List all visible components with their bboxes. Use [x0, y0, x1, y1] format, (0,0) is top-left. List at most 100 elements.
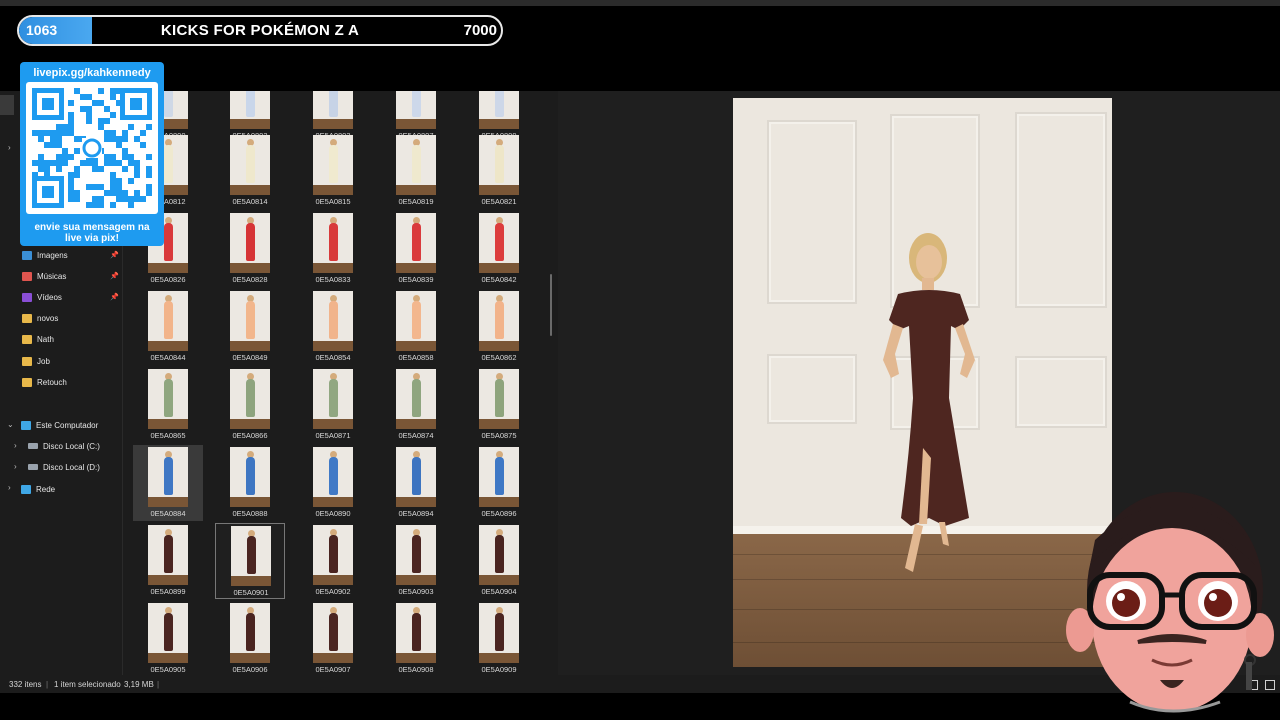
file-thumbnail[interactable]: 0E5A0862 [464, 289, 534, 365]
file-name: 0E5A0907 [315, 665, 351, 674]
sidebar-item-label: Disco Local (D:) [43, 462, 100, 472]
network-icon [21, 484, 31, 494]
sidebar-item-drive-c[interactable]: Disco Local (C:) [28, 436, 100, 456]
file-name: 0E5A0844 [150, 353, 186, 362]
file-thumbnail[interactable]: 0E5A0844 [133, 289, 203, 365]
thumbnail-image [148, 369, 188, 429]
file-thumbnail[interactable]: 0E5A0858 [381, 289, 451, 365]
file-thumbnail[interactable]: 0E5A0907 [298, 601, 368, 675]
file-thumbnail[interactable]: 0E5A0875 [464, 367, 534, 443]
thumbnail-image [313, 291, 353, 351]
file-thumbnail[interactable]: 0E5A0815 [298, 133, 368, 209]
file-thumbnail[interactable]: 0E5A0908 [381, 601, 451, 675]
thumbnail-image [479, 447, 519, 507]
file-name: 0E5A0874 [398, 431, 434, 440]
sidebar-item-vídeos[interactable]: Vídeos [22, 287, 62, 307]
file-name: 0E5A0890 [315, 509, 351, 518]
thumbnail-image [479, 213, 519, 273]
file-thumbnail[interactable]: 0E5A0839 [381, 211, 451, 287]
sidebar-item-retouch[interactable]: Retouch [22, 372, 67, 392]
thumbnail-image [479, 91, 519, 129]
file-thumbnail[interactable]: 0E5A0814 [215, 133, 285, 209]
file-thumbnail[interactable]: 0E5A0849 [215, 289, 285, 365]
chevron-right-icon[interactable]: › [8, 483, 11, 492]
file-thumbnail[interactable]: 0E5A0821 [464, 133, 534, 209]
sidebar-item-label: Retouch [37, 377, 67, 387]
nav-selected-marker[interactable] [0, 95, 14, 115]
videos-icon [22, 292, 32, 302]
thumbnail-image [396, 135, 436, 195]
donation-goal-bar: 1063 KICKS FOR POKÉMON Z A 7000 [17, 15, 503, 46]
thumbnail-image [396, 291, 436, 351]
qr-footer: envie sua mensagem na live via pix! [20, 222, 164, 244]
file-name: 0E5A0858 [398, 353, 434, 362]
file-thumbnail[interactable]: 0E5A0905 [133, 601, 203, 675]
file-thumbnail[interactable]: 0E5A0884 [133, 445, 203, 521]
thumbnail-image [313, 135, 353, 195]
chevron-right-icon[interactable]: › [8, 143, 11, 152]
item-count: 332 itens [9, 680, 42, 689]
file-name: 0E5A0902 [315, 587, 351, 596]
sidebar-item-imagens[interactable]: Imagens [22, 245, 68, 265]
thumbnail-image [230, 603, 270, 663]
thumbnail-image [313, 525, 353, 585]
file-thumbnail[interactable]: 0E5A0909 [464, 601, 534, 675]
window-top-strip [0, 0, 1280, 6]
file-thumbnail[interactable]: 0E5A0888 [215, 445, 285, 521]
file-name: 0E5A0884 [150, 509, 186, 518]
sidebar-item-job[interactable]: Job [22, 351, 50, 371]
sidebar-item-novos[interactable]: novos [22, 308, 58, 328]
thumbnail-image [230, 91, 270, 129]
file-thumbnail[interactable]: 0E5A0904 [464, 523, 534, 599]
sidebar-item-nath[interactable]: Nath [22, 329, 54, 349]
grid-scrollbar[interactable] [550, 274, 552, 336]
thumbnail-image [148, 291, 188, 351]
file-name: 0E5A0901 [233, 588, 269, 597]
qr-footer-line-2: live via pix! [65, 233, 119, 244]
file-thumbnail[interactable]: 0E5A0902 [298, 523, 368, 599]
chevron-right-icon[interactable]: › [14, 441, 17, 450]
file-thumbnail[interactable]: 0E5A0903 [381, 523, 451, 599]
file-thumbnail[interactable]: 0E5A0842 [464, 211, 534, 287]
file-name: 0E5A0908 [398, 665, 434, 674]
chevron-down-icon[interactable]: ⌄ [7, 420, 14, 429]
file-thumbnail[interactable]: 0E5A0896 [464, 445, 534, 521]
sidebar-item-este-computador[interactable]: Este Computador [21, 415, 98, 435]
file-name: 0E5A0828 [232, 275, 268, 284]
chevron-right-icon[interactable]: › [14, 462, 17, 471]
sidebar-item-label: Vídeos [37, 292, 62, 302]
qr-code-icon [26, 82, 158, 214]
file-name: 0E5A0862 [481, 353, 517, 362]
file-thumbnail[interactable]: 0E5A0901 [215, 523, 285, 599]
sidebar-item-label: Músicas [37, 271, 67, 281]
file-thumbnail[interactable]: 0E5A0874 [381, 367, 451, 443]
file-name: 0E5A0904 [481, 587, 517, 596]
file-name: 0E5A0815 [315, 197, 351, 206]
file-thumbnail[interactable]: 0E5A0866 [215, 367, 285, 443]
sidebar-item-rede[interactable]: Rede [21, 479, 55, 499]
file-thumbnail[interactable]: 0E5A0894 [381, 445, 451, 521]
sidebar-item-label: Disco Local (C:) [43, 441, 100, 451]
file-thumbnail[interactable]: 0E5A0828 [215, 211, 285, 287]
file-thumbnail[interactable]: 0E5A0833 [298, 211, 368, 287]
file-thumbnail[interactable]: 0E5A0871 [298, 367, 368, 443]
goal-target-amount: 7000 [463, 22, 497, 39]
sidebar-item-músicas[interactable]: Músicas [22, 266, 66, 286]
file-thumbnail[interactable]: 0E5A0854 [298, 289, 368, 365]
file-name: 0E5A0865 [150, 431, 186, 440]
folder-icon [22, 313, 32, 323]
sidebar-item-drive-d[interactable]: Disco Local (D:) [28, 457, 100, 477]
file-name: 0E5A0905 [150, 665, 186, 674]
file-thumbnail[interactable]: 0E5A0819 [381, 133, 451, 209]
file-thumbnail[interactable]: 0E5A0899 [133, 523, 203, 599]
sidebar-item-label: Nath [37, 334, 54, 344]
thumbnail-image [230, 369, 270, 429]
file-name: 0E5A0906 [232, 665, 268, 674]
thumbnail-image [148, 447, 188, 507]
file-thumbnail[interactable]: 0E5A0865 [133, 367, 203, 443]
file-thumbnail[interactable]: 0E5A0906 [215, 601, 285, 675]
thumbnail-image [479, 369, 519, 429]
preview-image [733, 98, 1112, 667]
file-thumbnail[interactable]: 0E5A0890 [298, 445, 368, 521]
file-name: 0E5A0821 [481, 197, 517, 206]
